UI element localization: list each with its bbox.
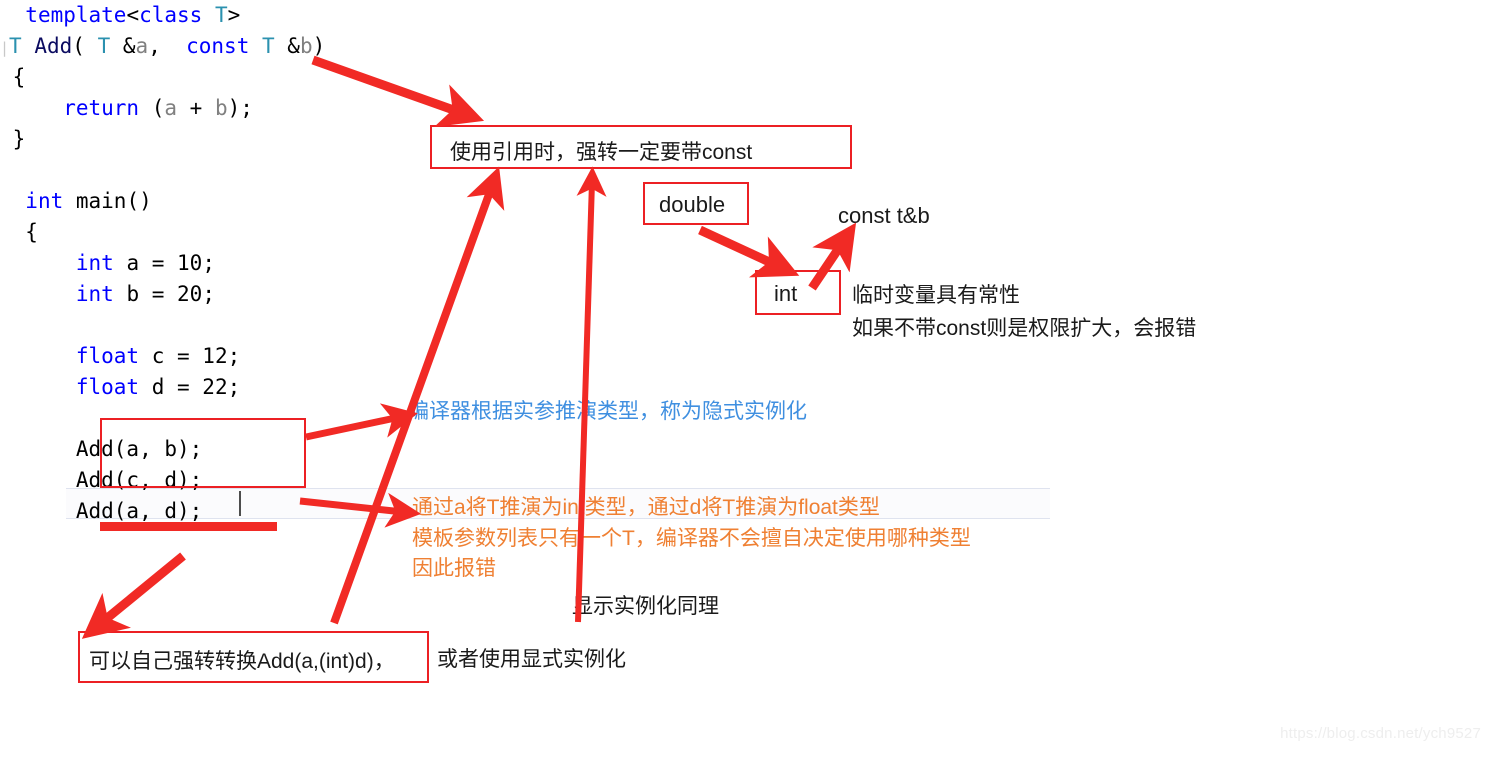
code-line: { [0, 65, 26, 89]
note-temp-var-line1: 临时变量具有常性 [852, 284, 1020, 307]
code-line: |T Add( T &a, const T &b) [0, 34, 326, 58]
red-underline-bar [100, 522, 277, 531]
note-implicit-instantiation: 编译器根据实参推演类型，称为隐式实例化 [408, 400, 807, 423]
code-line: int main() [25, 189, 152, 213]
box-int: int [755, 270, 841, 315]
arrow-to-cast-note [81, 552, 186, 639]
box-cast-note-label: 可以自己强转转换Add(a,(int)d)， [89, 650, 395, 673]
note-explicit-same: 显示实例化同理 [572, 595, 719, 618]
box-const-note: 使用引用时，强转一定要带const [430, 125, 852, 169]
note-deduce-line1: 通过a将T推演为int类型，通过d将T推演为float类型 [412, 496, 880, 519]
box-add-calls [100, 418, 306, 488]
arrow-double-to-int [698, 225, 800, 278]
code-line: int b = 20; [75, 282, 215, 306]
code-line: Add(a, b); [0, 437, 203, 461]
code-editor-text[interactable]: template<class T> |T Add( T &a, const T &… [0, 0, 640, 527]
box-cast-note: 可以自己强转转换Add(a,(int)d)， [78, 631, 429, 683]
note-const-tb: const t&b [838, 203, 930, 228]
box-const-note-label: 使用引用时，强转一定要带const [450, 141, 753, 164]
box-int-label: int [774, 281, 798, 306]
code-line: template<class T> [25, 3, 241, 27]
note-deduce-line2: 模板参数列表只有一个T，编译器不会擅自决定使用哪种类型 [412, 527, 971, 550]
code-line: int a = 10; [75, 251, 215, 275]
note-temp-var-line2: 如果不带const则是权限扩大，会报错 [852, 317, 1197, 340]
note-or-explicit: 或者使用显式实例化 [437, 648, 626, 671]
code-line: return (a + b); [63, 96, 253, 120]
text-caret [239, 491, 241, 516]
note-deduce-line3: 因此报错 [412, 557, 496, 580]
code-line: float c = 12; [75, 344, 241, 368]
watermark: https://blog.csdn.net/ych9527 [1280, 725, 1481, 742]
box-double-label: double [659, 192, 726, 217]
code-line: { [0, 220, 38, 244]
screenshot-root: template<class T> |T Add( T &a, const T &… [0, 0, 1491, 760]
box-double: double [643, 182, 749, 225]
